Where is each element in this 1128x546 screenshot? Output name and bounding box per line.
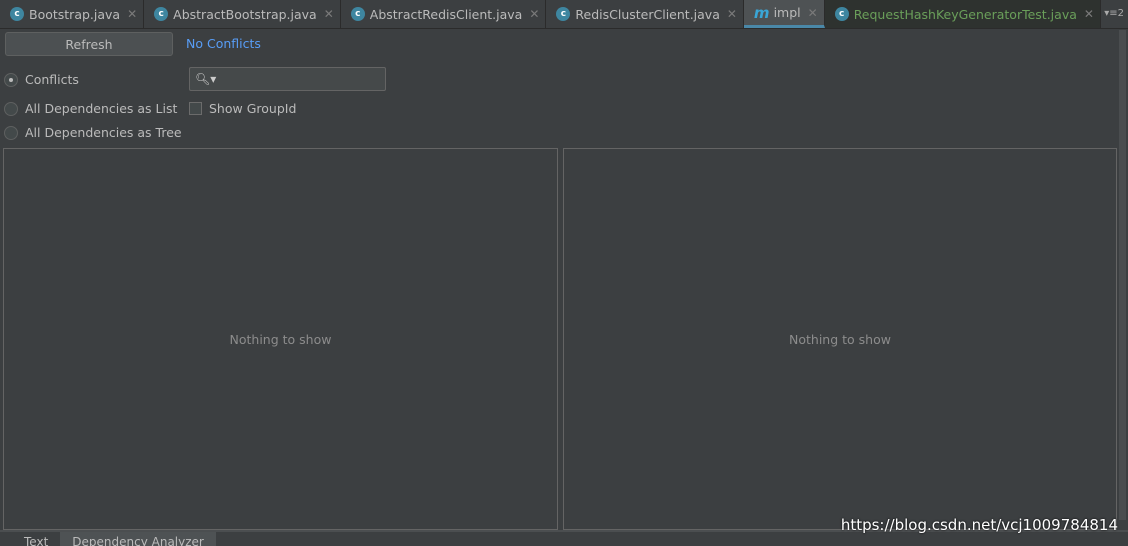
refresh-button[interactable]: Refresh — [5, 32, 173, 56]
close-icon[interactable]: ✕ — [324, 7, 334, 21]
watermark: https://blog.csdn.net/vcj1009784814 — [840, 516, 1118, 534]
empty-message: Nothing to show — [229, 331, 332, 347]
show-groupid-checkbox[interactable]: Show GroupId — [189, 101, 296, 116]
maven-icon: m — [753, 3, 770, 22]
radio-indicator — [4, 72, 18, 87]
tab-overflow-button[interactable]: ▾≡2 — [1104, 8, 1124, 19]
radio-indicator — [4, 125, 18, 140]
close-icon[interactable]: ✕ — [727, 7, 737, 21]
abstract-class-icon: c — [154, 7, 169, 21]
abstract-class-icon: c — [350, 7, 365, 21]
close-icon[interactable]: ✕ — [529, 7, 539, 21]
test-class-icon: c — [834, 7, 849, 21]
close-icon[interactable]: ✕ — [1084, 7, 1094, 21]
search-input[interactable]: 🔍︎▾ — [189, 67, 386, 91]
radio-all-dependencies-tree[interactable]: All Dependencies as Tree — [4, 125, 182, 140]
conflict-status: No Conflicts — [186, 36, 261, 51]
tab-abstract-bootstrap[interactable]: c AbstractBootstrap.java ✕ — [144, 0, 341, 28]
tab-bootstrap[interactable]: c Bootstrap.java ✕ — [0, 0, 145, 28]
close-icon[interactable]: ✕ — [127, 7, 137, 21]
tab-dependency-analyzer[interactable]: Dependency Analyzer — [60, 532, 216, 546]
radio-conflicts[interactable]: Conflicts — [4, 72, 79, 87]
java-class-icon: c — [10, 7, 24, 21]
java-class-icon: c — [556, 7, 571, 21]
tab-redis-cluster-client[interactable]: c RedisClusterClient.java ✕ — [546, 0, 744, 28]
radio-indicator — [4, 101, 18, 116]
search-icon: 🔍︎▾ — [195, 72, 217, 86]
close-icon[interactable]: ✕ — [808, 6, 818, 20]
editor-tab-bar: c Bootstrap.java ✕ c AbstractBootstrap.java… — [0, 0, 1128, 29]
tab-abstract-redis-client[interactable]: c AbstractRedisClient.java ✕ — [341, 0, 547, 28]
radio-all-dependencies-list[interactable]: All Dependencies as List — [4, 101, 177, 116]
right-panel: Nothing to show — [563, 148, 1117, 530]
empty-message: Nothing to show — [789, 331, 891, 347]
tab-request-hash-key-generator-test[interactable]: c RequestHashKeyGeneratorTest.java ✕ — [824, 0, 1101, 28]
checkbox-box — [189, 102, 202, 115]
scrollbar[interactable] — [1119, 30, 1126, 520]
tab-impl[interactable]: m impl ✕ — [743, 0, 825, 28]
tab-text[interactable]: Text — [12, 532, 61, 546]
left-panel: Nothing to show — [3, 148, 558, 530]
